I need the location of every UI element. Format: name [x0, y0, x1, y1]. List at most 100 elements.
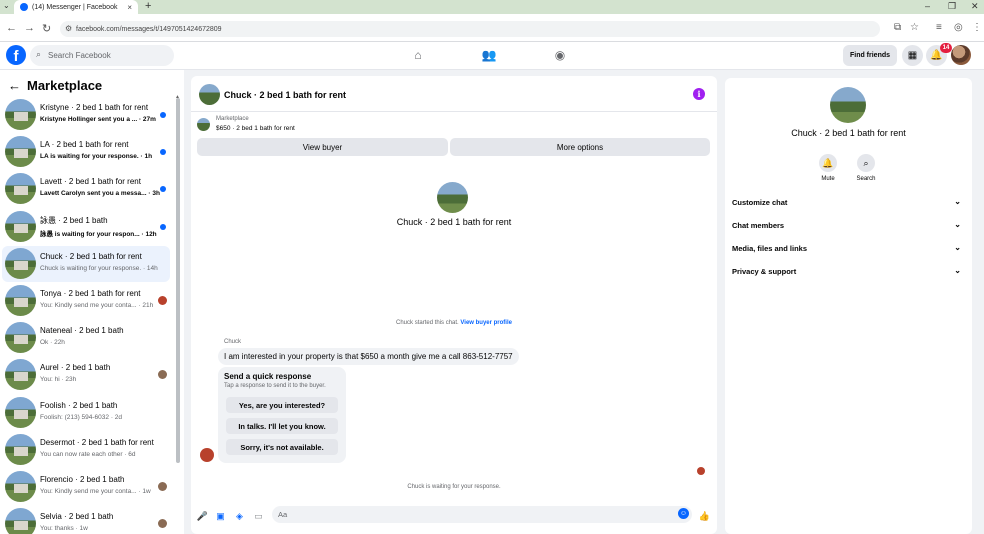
chat-avatar[interactable]	[199, 84, 220, 105]
emoji-icon[interactable]: ☺	[678, 508, 689, 519]
privacy-support-row[interactable]: Privacy & support ⌄	[732, 262, 965, 280]
conversation-item[interactable]: LA · 2 bed 1 bath for rent LA is waiting …	[2, 134, 170, 170]
search-icon: ⌕	[36, 49, 42, 59]
chevron-down-icon: ⌄	[954, 220, 961, 229]
sticker-icon[interactable]: ◈	[234, 511, 245, 522]
browser-tab[interactable]: (14) Messenger | Facebook ×	[14, 0, 138, 14]
listing-thumbnail	[5, 322, 36, 354]
conversation-item[interactable]: 詠愚 · 2 bed 1 bath 詠愚 is waiting for your …	[2, 209, 170, 245]
search-action[interactable]: ⌕ Search	[846, 154, 886, 182]
conversation-preview: You: Kindly send me your conta... · 1w	[40, 488, 151, 495]
conversation-item[interactable]: Nateneal · 2 bed 1 bath Ok · 22h	[2, 320, 170, 356]
conversation-preview: LA is waiting for your response. · 1h	[40, 153, 153, 161]
conversation-preview: 詠愚 is waiting for your respon... · 12h	[40, 230, 157, 238]
chat-title[interactable]: Chuck · 2 bed 1 bath for rent	[224, 90, 346, 100]
mute-label: Mute	[821, 176, 835, 182]
new-tab-button[interactable]: +	[145, 0, 151, 12]
conversation-item[interactable]: Foolish · 2 bed 1 bath Foolish: (213) 594…	[2, 395, 170, 431]
conversation-item[interactable]: Tonya · 2 bed 1 bath for rent You: Kindly…	[2, 283, 170, 319]
conversation-name: Nateneal · 2 bed 1 bath	[40, 326, 124, 336]
message-input[interactable]: Aa	[272, 506, 692, 523]
intro-title: Chuck · 2 bed 1 bath for rent	[396, 217, 512, 227]
seen-avatar	[158, 482, 167, 491]
maximize-icon[interactable]: ❐	[948, 1, 956, 12]
conversation-item[interactable]: Aurel · 2 bed 1 bath You: hi · 23h	[2, 357, 170, 393]
quick-response-card: Send a quick response Tap a response to …	[218, 367, 346, 463]
details-avatar[interactable]	[830, 87, 866, 123]
conversation-item[interactable]: Chuck · 2 bed 1 bath for rent Chuck is wa…	[2, 245, 170, 282]
quick-reply-in-talks-button[interactable]: In talks. I'll let you know.	[226, 418, 338, 434]
conversation-item[interactable]: Lavett · 2 bed 1 bath for rent Lavett Car…	[2, 171, 170, 207]
chat-started-note: Chuck started this chat. View buyer prof…	[191, 320, 717, 326]
conversation-item[interactable]: Kristyne · 2 bed 1 bath for rent Kristyne…	[2, 97, 170, 133]
facebook-logo-icon[interactable]: f	[6, 45, 26, 65]
friends-icon[interactable]: 👥	[482, 48, 497, 62]
conversation-name: Aurel · 2 bed 1 bath	[40, 363, 111, 373]
conversation-item[interactable]: Selvia · 2 bed 1 bath You: thanks · 1w	[2, 506, 170, 534]
seen-avatar	[158, 296, 167, 305]
back-arrow-icon[interactable]: ←	[8, 78, 21, 93]
back-arrow-icon[interactable]: ←	[6, 22, 17, 34]
conversation-item[interactable]: Desermot · 2 bed 1 bath for rent You can …	[2, 432, 170, 468]
extension-icon[interactable]: ◎	[954, 22, 963, 33]
sidebar-scrollbar[interactable]	[176, 98, 180, 463]
home-icon[interactable]: ⌂	[411, 48, 425, 62]
chat-members-row[interactable]: Chat members ⌄	[732, 216, 965, 234]
seen-avatar	[158, 519, 167, 529]
quick-reply-not-available-button[interactable]: Sorry, it's not available.	[226, 439, 338, 455]
message-text: I am interested in your property is that…	[224, 352, 513, 361]
conversation-preview: Chuck is waiting for your response. · 14…	[40, 264, 158, 272]
search-icon[interactable]: ⌕	[857, 154, 875, 172]
media-control-icon[interactable]: ≡	[936, 22, 942, 33]
quick-reply-interested-button[interactable]: Yes, are you interested?	[226, 397, 338, 413]
search-input[interactable]: ⌕ Search Facebook	[30, 45, 174, 66]
view-buyer-button[interactable]: View buyer	[197, 138, 448, 156]
mute-action[interactable]: 🔔 Mute	[808, 154, 848, 182]
menu-grid-icon[interactable]: ▦	[902, 45, 923, 66]
facebook-favicon-icon	[20, 3, 28, 11]
more-options-button[interactable]: More options	[450, 138, 710, 156]
info-icon[interactable]: i	[693, 88, 705, 100]
find-friends-button[interactable]: Find friends	[843, 45, 897, 66]
site-info-icon[interactable]: ⚙	[65, 24, 72, 33]
view-buyer-profile-link[interactable]: View buyer profile	[460, 320, 512, 326]
browser-menu-icon[interactable]: ⋮	[972, 22, 982, 33]
sender-name: Chuck	[224, 339, 242, 345]
conversation-name: Lavett · 2 bed 1 bath for rent	[40, 177, 141, 187]
conversation-item[interactable]: Florencio · 2 bed 1 bath You: Kindly send…	[2, 469, 170, 505]
gif-icon[interactable]: ▭	[253, 511, 264, 522]
account-avatar[interactable]	[951, 45, 971, 65]
conversation-preview: Ok · 22h	[40, 339, 65, 347]
forward-arrow-icon[interactable]: →	[24, 22, 35, 34]
conversation-preview: You: hi · 23h	[40, 376, 77, 384]
quick-response-title: Send a quick response	[224, 372, 312, 381]
close-window-icon[interactable]: ✕	[971, 1, 979, 12]
chat-panel: Chuck · 2 bed 1 bath for rent i Marketpl…	[191, 76, 717, 534]
media-files-links-row[interactable]: Media, files and links ⌄	[732, 239, 965, 257]
seen-avatar	[158, 370, 167, 380]
listing-thumbnail	[5, 471, 36, 502]
unread-dot	[160, 112, 166, 118]
bookmark-star-icon[interactable]: ☆	[910, 22, 919, 33]
reload-icon[interactable]: ↻	[42, 22, 51, 35]
tab-close-icon[interactable]: ×	[127, 3, 132, 12]
photo-icon[interactable]: ▣	[215, 511, 226, 522]
bell-icon[interactable]: 🔔	[819, 154, 837, 172]
search-label: Search	[856, 176, 876, 182]
conversation-preview: Foolish: (213) 594-6032 · 2d	[40, 413, 123, 421]
customize-chat-row[interactable]: Customize chat ⌄	[732, 193, 965, 211]
facebook-header: f ⌕ Search Facebook ⌂ 👥 ◉ Find friends ▦…	[0, 42, 984, 70]
minimize-icon[interactable]: –	[925, 1, 930, 11]
like-thumb-icon[interactable]: 👍	[699, 511, 710, 522]
chevron-down-icon: ⌄	[954, 243, 961, 252]
sender-avatar[interactable]	[200, 448, 214, 462]
seen-indicator-avatar	[697, 467, 705, 475]
groups-icon[interactable]: ◉	[553, 48, 567, 62]
chat-details-panel: Chuck · 2 bed 1 bath for rent 🔔 Mute ⌕ S…	[725, 78, 972, 534]
listing-thumbnail	[5, 247, 36, 279]
install-app-icon[interactable]: ⧉	[894, 22, 901, 33]
address-bar[interactable]: ⚙ facebook.com/messages/t/14970514246728…	[60, 21, 880, 37]
message-bubble[interactable]: I am interested in your property is that…	[218, 348, 519, 365]
microphone-icon[interactable]: 🎤	[197, 511, 208, 522]
tab-search-icon[interactable]: ⌄	[3, 1, 10, 10]
